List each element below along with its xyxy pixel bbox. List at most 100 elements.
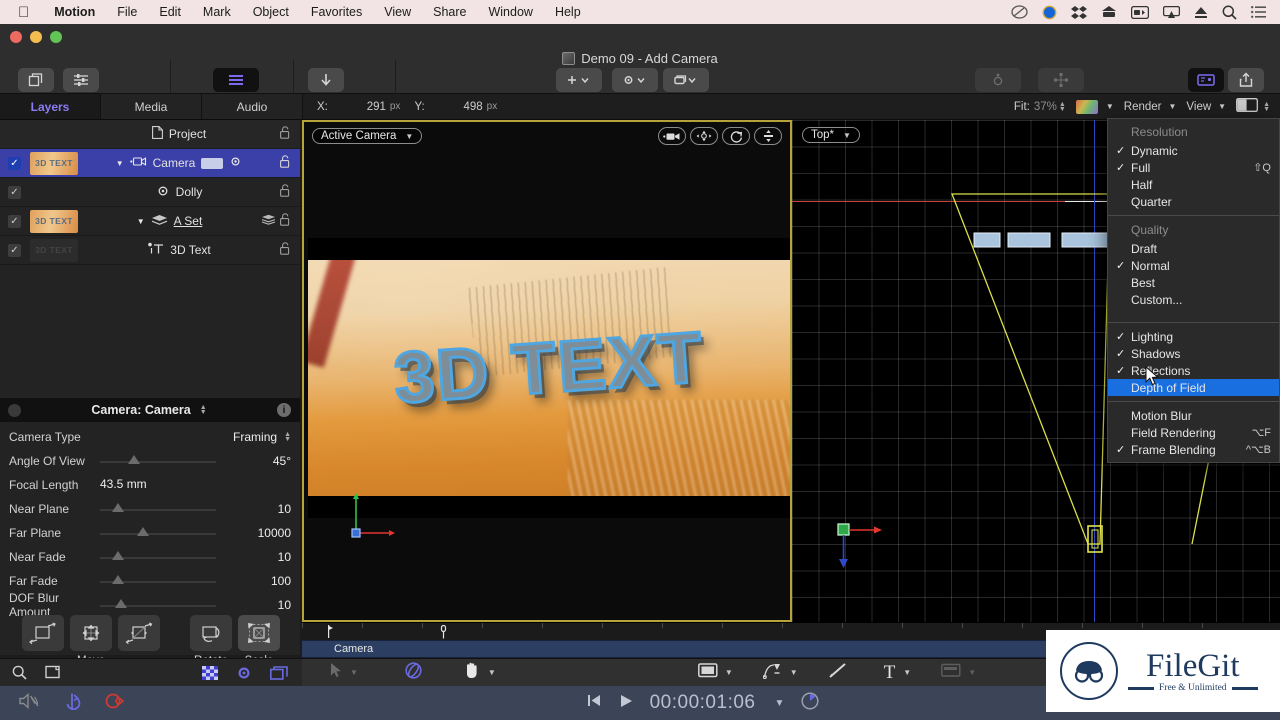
chevron-down-icon[interactable]: ▼ — [774, 698, 784, 709]
minimize-window-button[interactable] — [30, 31, 42, 43]
menu-item-shadows[interactable]: ✓ Shadows — [1108, 345, 1279, 362]
menu-item-window[interactable]: Window — [477, 5, 543, 19]
menu-item-reflections[interactable]: ✓ Reflections — [1108, 362, 1279, 379]
disclosure-triangle-icon[interactable]: ▼ — [137, 217, 145, 226]
menu-item-favorites[interactable]: Favorites — [300, 5, 373, 19]
property-slider[interactable] — [100, 450, 216, 472]
tab-audio[interactable]: Audio — [202, 94, 303, 119]
render-menu-label[interactable]: Render — [1124, 101, 1162, 113]
property-value[interactable]: 43.5 mm — [100, 477, 147, 491]
menu-item-file[interactable]: File — [106, 5, 148, 19]
menu-item-depth-of-field[interactable]: Depth of Field — [1108, 379, 1279, 396]
timeline-in-point-marker[interactable] — [328, 625, 335, 639]
property-value[interactable]: 10000 — [222, 526, 300, 540]
play-icon[interactable] — [618, 693, 634, 714]
lock-open-icon[interactable] — [280, 213, 291, 229]
lock-open-icon[interactable] — [280, 126, 291, 142]
layer-checkbox-camera[interactable]: ✓ — [8, 156, 21, 170]
record-icon[interactable] — [104, 692, 126, 715]
property-value[interactable]: 100 — [222, 574, 300, 588]
coord-y-value[interactable]: 498 — [429, 101, 482, 113]
menu-item-edit[interactable]: Edit — [148, 5, 192, 19]
menu-item-full[interactable]: ✓ Full ⇧Q — [1108, 159, 1279, 176]
info-icon[interactable]: i — [277, 403, 291, 417]
layer-row-a-set[interactable]: ✓ 3D TEXT ▼ A Set — [0, 207, 300, 236]
menu-item-lighting[interactable]: ✓ Lighting — [1108, 328, 1279, 345]
camera-type-stepper-icon[interactable]: ▲ ▼ — [284, 431, 291, 443]
chevron-down-icon[interactable]: ▼ — [1106, 102, 1114, 111]
property-slider[interactable] — [100, 594, 216, 616]
display-icon[interactable] — [1101, 5, 1117, 19]
chevron-down-icon[interactable]: ▼ — [1169, 102, 1177, 111]
checkerboard-icon[interactable] — [202, 665, 218, 680]
fit-stepper-icon[interactable]: ▲ ▼ — [1059, 101, 1066, 113]
gear-icon[interactable] — [236, 665, 252, 681]
apple-logo-icon[interactable]:  — [18, 5, 29, 20]
split-view-icon[interactable] — [1236, 98, 1259, 115]
property-slider[interactable] — [100, 546, 216, 568]
transform-move-z-button[interactable] — [118, 615, 160, 651]
3d-transform-tool[interactable] — [404, 661, 423, 685]
bezier-pen-tool[interactable]: ▼ — [762, 662, 798, 684]
timecode-display[interactable]: 00:00:01:06 — [650, 692, 756, 714]
layer-row-dolly[interactable]: ✓ Dolly — [0, 178, 300, 207]
property-slider[interactable] — [100, 570, 216, 592]
window-icon[interactable] — [270, 665, 288, 680]
menu-item-object[interactable]: Object — [242, 5, 300, 19]
property-value[interactable]: 45° — [222, 454, 300, 468]
dolly-view-icon[interactable] — [754, 127, 782, 145]
render-dropdown-menu[interactable]: Resolution ✓ Dynamic ✓ Full ⇧Q Half Quar… — [1107, 118, 1280, 463]
menu-item-half[interactable]: Half — [1108, 176, 1279, 193]
coord-x-value[interactable]: 291 — [332, 101, 386, 113]
property-value[interactable]: 10 — [222, 502, 300, 516]
property-slider[interactable] — [100, 498, 216, 520]
close-window-button[interactable] — [10, 31, 22, 43]
eject-icon[interactable] — [1194, 6, 1208, 19]
pan-hand-tool[interactable]: ▼ — [463, 661, 496, 684]
dropbox-icon[interactable] — [1071, 5, 1087, 19]
inspector-header[interactable]: Camera: Camera ▲ ▼ i — [0, 398, 300, 422]
lock-open-icon[interactable] — [280, 155, 291, 171]
text-tool[interactable]: T ▼ — [884, 663, 912, 682]
canvas-viewport[interactable]: Active Camera ▼ 3D TEXT — [302, 120, 792, 622]
transform-move-xy-button[interactable] — [22, 615, 64, 651]
menu-item-dynamic[interactable]: ✓ Dynamic — [1108, 142, 1279, 159]
gear-icon[interactable] — [229, 155, 242, 171]
menu-item-mark[interactable]: Mark — [192, 5, 242, 19]
shape-tool[interactable]: ▼ — [697, 662, 733, 683]
loop-icon[interactable] — [62, 692, 82, 715]
select-tool[interactable]: ▼ — [330, 662, 358, 683]
menu-item-field-rendering[interactable]: Field Rendering ⌥F — [1108, 424, 1279, 441]
chevron-down-icon[interactable]: ▼ — [1218, 102, 1226, 111]
menu-item-best[interactable]: Best — [1108, 274, 1279, 291]
crop-icon[interactable] — [45, 665, 61, 680]
menu-item-normal[interactable]: ✓ Normal — [1108, 257, 1279, 274]
canvas-axis-gizmo[interactable] — [348, 488, 408, 548]
split-view-stepper-icon[interactable]: ▲ ▼ — [1263, 101, 1270, 113]
menu-item-custom[interactable]: Custom... — [1108, 291, 1279, 308]
menu-item-quarter[interactable]: Quarter — [1108, 193, 1279, 210]
inspector-stepper-icon[interactable]: ▲ ▼ — [200, 404, 207, 416]
layer-checkbox-a-set[interactable]: ✓ — [8, 214, 21, 228]
search-icon[interactable] — [1222, 5, 1237, 20]
layer-row-3d-text[interactable]: ✓ 3D TEXT 3D Text — [0, 236, 300, 265]
lock-open-icon[interactable] — [280, 184, 291, 200]
property-slider[interactable] — [100, 522, 216, 544]
orbit-view-icon[interactable] — [722, 127, 750, 145]
mute-icon[interactable] — [18, 692, 40, 715]
timeline-playhead[interactable] — [440, 625, 447, 639]
go-to-start-icon[interactable] — [586, 693, 602, 713]
tab-layers[interactable]: Layers — [0, 94, 101, 119]
lock-open-icon[interactable] — [280, 242, 291, 258]
tab-media[interactable]: Media — [101, 94, 202, 119]
layer-row-camera[interactable]: ✓ 3D TEXT ▼ Camera — [0, 149, 300, 178]
3d-view-selector[interactable]: Top* ▼ — [802, 127, 860, 143]
layer-checkbox-3d-text[interactable]: ✓ — [8, 243, 21, 257]
property-value[interactable]: 10 — [222, 550, 300, 564]
menu-item-motion-blur[interactable]: Motion Blur — [1108, 407, 1279, 424]
camera-active-chip-icon[interactable] — [201, 157, 224, 169]
fit-value[interactable]: 37% — [1034, 101, 1057, 113]
active-camera-selector[interactable]: Active Camera ▼ — [312, 128, 423, 144]
zoom-window-button[interactable] — [50, 31, 62, 43]
pan-view-icon[interactable] — [690, 127, 718, 145]
